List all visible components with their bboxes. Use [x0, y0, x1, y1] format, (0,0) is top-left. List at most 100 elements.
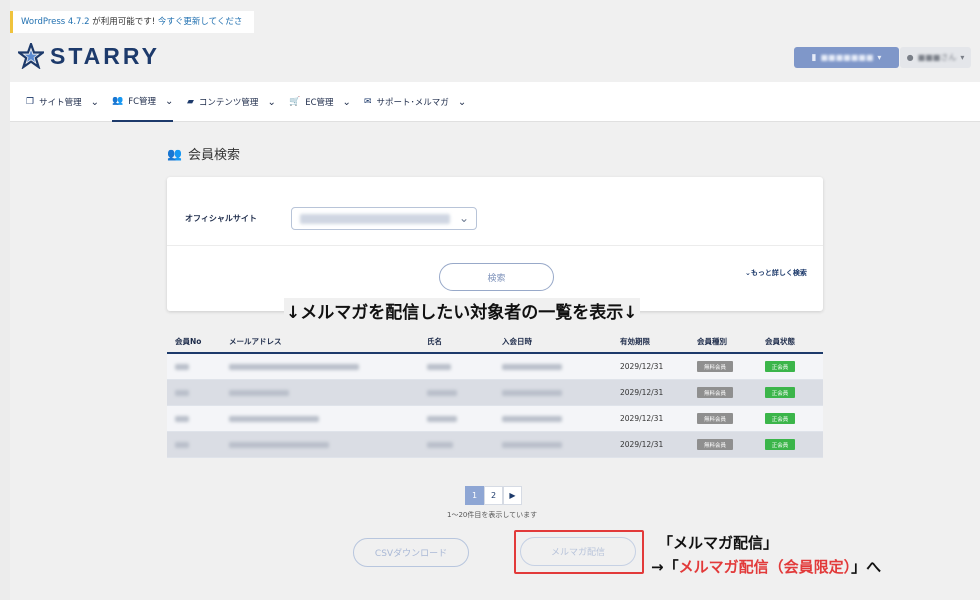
name-cell — [427, 364, 451, 370]
member-no-cell — [175, 442, 189, 448]
nav-label: EC管理 — [305, 98, 334, 108]
email-cell — [229, 416, 319, 422]
chevron-down-icon: ⌄ — [90, 96, 99, 108]
logo[interactable]: STARRY — [18, 41, 160, 71]
annotation-button-name: 「メルマガ配信」 — [658, 534, 779, 552]
expiry-cell: 2029/12/31 — [620, 414, 664, 423]
nav-item-ec[interactable]: 🛒 EC管理 ⌄ — [289, 82, 351, 122]
join-date-cell — [502, 364, 562, 370]
member-status-badge: 正会員 — [765, 361, 795, 372]
col-header: 会員種別 — [697, 337, 727, 346]
name-cell — [427, 442, 453, 448]
member-type-badge: 無料会員 — [697, 413, 733, 424]
divider — [167, 245, 823, 246]
copy-icon: ❐ — [26, 97, 35, 107]
expiry-cell: 2029/12/31 — [620, 388, 664, 397]
page-button[interactable]: 2 — [484, 486, 503, 505]
pagination: 1 2 ▶ — [465, 486, 522, 505]
col-header: 氏名 — [427, 337, 442, 346]
member-status-badge: 正会員 — [765, 439, 795, 450]
join-date-cell — [502, 390, 562, 396]
chevron-down-icon: ⌄ — [458, 211, 469, 225]
table-row[interactable]: 2029/12/31 無料会員 正会員 — [167, 432, 823, 458]
member-table: 会員No メールアドレス 氏名 入会日時 有効期限 会員種別 会員状態 2029… — [167, 328, 823, 458]
user-icon: ● — [906, 53, 914, 62]
join-date-cell — [502, 442, 562, 448]
annotation-highlight-text: メルマガ配信（会員限定） — [678, 558, 852, 576]
update-notice: WordPress 4.7.2 が利用可能です! 今すぐ更新してください。 — [10, 11, 254, 49]
nav-label: コンテンツ管理 — [198, 98, 259, 108]
site-selector-label: ■■■■■■■ — [820, 53, 874, 62]
col-header: 会員No — [175, 337, 202, 346]
table-header: 会員No メールアドレス 氏名 入会日時 有効期限 会員種別 会員状態 — [167, 328, 823, 354]
update-notice-text: が利用可能です! — [89, 17, 158, 27]
annotation-list-caption: ↓メルマガを配信したい対象者の一覧を表示↓ — [284, 298, 640, 323]
chevron-down-icon: ⌄ — [457, 96, 467, 108]
expiry-cell: 2029/12/31 — [620, 362, 664, 371]
page-title: 👥 会員検索 — [167, 144, 240, 164]
folder-icon: ▰ — [187, 97, 194, 107]
table-row[interactable]: 2029/12/31 無料会員 正会員 — [167, 354, 823, 380]
page-button-current[interactable]: 1 — [465, 486, 484, 505]
envelope-icon: ✉ — [364, 97, 372, 107]
col-header: 入会日時 — [502, 337, 532, 346]
email-cell — [229, 364, 359, 370]
page-title-text: 会員検索 — [187, 148, 240, 163]
nav-label: FC管理 — [128, 97, 157, 107]
col-header: メールアドレス — [229, 337, 282, 346]
user-menu-button[interactable]: ● ■■■さん ▾ — [900, 47, 971, 68]
annotation-suffix-text: 」へ — [851, 558, 882, 576]
advanced-search-link[interactable]: ⌄もっと詳しく検索 — [745, 268, 807, 278]
update-version-link[interactable]: WordPress 4.7.2 — [21, 17, 90, 27]
table-row[interactable]: 2029/12/31 無料会員 正会員 — [167, 406, 823, 432]
users-icon: 👥 — [167, 146, 182, 161]
nav-item-fc[interactable]: 👥 FC管理 ⌄ — [112, 82, 174, 122]
highlight-box — [514, 530, 644, 574]
pagination-summary: 1〜20件目を表示しています — [447, 511, 538, 519]
site-select-value — [300, 214, 450, 224]
name-cell — [427, 416, 457, 422]
next-page-icon[interactable]: ▶ — [503, 486, 522, 505]
expiry-cell: 2029/12/31 — [620, 440, 664, 449]
join-date-cell — [502, 416, 562, 422]
member-no-cell — [175, 416, 189, 422]
member-no-cell — [175, 364, 189, 370]
star-logo-icon — [18, 43, 44, 69]
site-selector-button[interactable]: ▮ ■■■■■■■ ▾ — [794, 47, 899, 68]
users-icon: 👥 — [112, 96, 124, 106]
building-icon: ▮ — [811, 52, 817, 63]
member-status-badge: 正会員 — [765, 387, 795, 398]
col-header: 会員状態 — [765, 337, 795, 346]
email-cell — [229, 442, 329, 448]
annotation-arrow-text: →「 — [651, 558, 679, 576]
email-cell — [229, 390, 289, 396]
caret-down-icon: ▾ — [960, 53, 965, 62]
member-type-badge: 無料会員 — [697, 361, 733, 372]
logo-text: STARRY — [50, 42, 160, 69]
col-header: 有効期限 — [620, 337, 650, 346]
member-type-badge: 無料会員 — [697, 387, 733, 398]
cart-icon: 🛒 — [289, 97, 301, 107]
name-cell — [427, 390, 457, 396]
chevron-down-icon: ⌄ — [165, 95, 174, 107]
caret-down-icon: ▾ — [877, 53, 882, 62]
chevron-down-icon: ⌄ — [267, 96, 276, 108]
table-row[interactable]: 2029/12/31 無料会員 正会員 — [167, 380, 823, 406]
annotation-destination: →「メルマガ配信（会員限定）」へ — [651, 556, 881, 577]
nav-label: サポート･メルマガ — [376, 98, 449, 108]
search-panel: オフィシャルサイト ⌄ 検索 ⌄もっと詳しく検索 — [167, 177, 823, 311]
member-type-badge: 無料会員 — [697, 439, 733, 450]
nav-item-content[interactable]: ▰ コンテンツ管理 ⌄ — [187, 82, 276, 122]
nav-item-support[interactable]: ✉ サポート･メルマガ ⌄ — [364, 82, 466, 122]
search-button[interactable]: 検索 — [439, 263, 554, 291]
main-nav: ❐ サイト管理 ⌄ 👥 FC管理 ⌄ ▰ コンテンツ管理 ⌄ 🛒 EC管理 ⌄ … — [10, 82, 980, 122]
nav-label: サイト管理 — [39, 98, 82, 108]
site-select[interactable]: ⌄ — [291, 207, 477, 230]
chevron-down-icon: ⌄ — [342, 96, 351, 108]
nav-item-site[interactable]: ❐ サイト管理 ⌄ — [26, 82, 99, 122]
member-no-cell — [175, 390, 189, 396]
member-status-badge: 正会員 — [765, 413, 795, 424]
csv-download-button[interactable]: CSVダウンロード — [353, 538, 469, 567]
user-name: ■■■さん — [917, 53, 957, 62]
site-label: オフィシャルサイト — [185, 214, 257, 223]
